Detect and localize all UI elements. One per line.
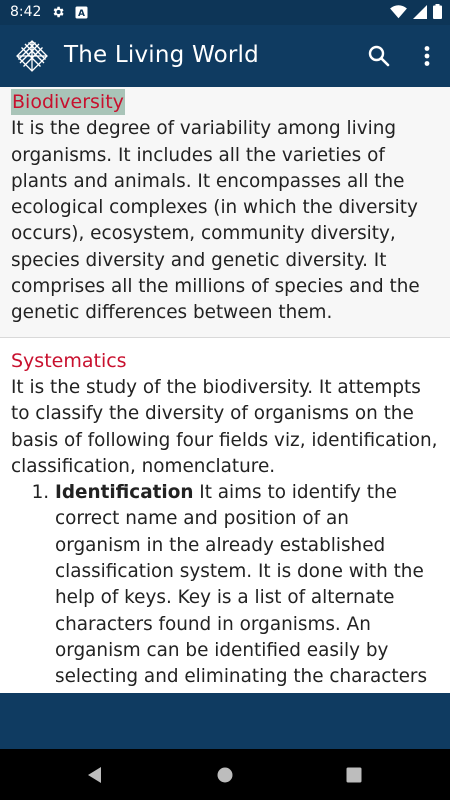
app-title: The Living World bbox=[64, 42, 259, 68]
settings-icon bbox=[51, 5, 65, 19]
status-time: 8:42 bbox=[10, 4, 42, 20]
bottom-bar bbox=[0, 693, 450, 749]
signal-icon bbox=[413, 4, 427, 19]
svg-text:A: A bbox=[78, 9, 85, 19]
battery-icon bbox=[433, 4, 442, 19]
section-body-systematics: It is the study of the biodiversity. It … bbox=[11, 376, 438, 477]
section-title-biodiversity[interactable]: Biodiversity bbox=[11, 89, 125, 116]
status-bar: 8:42 A bbox=[0, 0, 450, 25]
app-logo-icon bbox=[16, 40, 48, 72]
list-item-term: Identification bbox=[55, 482, 194, 504]
back-icon[interactable] bbox=[84, 764, 106, 786]
wifi-icon bbox=[390, 4, 407, 19]
section-card-biodiversity: Biodiversity It is the degree of variabi… bbox=[0, 87, 450, 338]
search-icon[interactable] bbox=[366, 43, 392, 69]
recents-icon[interactable] bbox=[343, 764, 365, 786]
app-bar: The Living World bbox=[0, 25, 450, 87]
list-item: Identification It aims to identify the c… bbox=[55, 480, 439, 693]
content-area[interactable]: Biodiversity It is the degree of variabi… bbox=[0, 87, 450, 693]
keyboard-a-icon: A bbox=[75, 6, 88, 19]
list-item-text: It aims to identify the correct name and… bbox=[55, 482, 428, 693]
navigation-bar bbox=[0, 749, 450, 800]
more-vert-icon[interactable] bbox=[414, 43, 440, 69]
systematics-fields-list: Identification It aims to identify the c… bbox=[11, 480, 439, 693]
section-title-systematics[interactable]: Systematics bbox=[11, 350, 127, 372]
home-icon[interactable] bbox=[214, 764, 236, 786]
status-right bbox=[390, 4, 442, 19]
section-body-biodiversity: It is the degree of variability among li… bbox=[11, 118, 420, 324]
section-card-systematics: Systematics It is the study of the biodi… bbox=[0, 338, 450, 693]
status-left: 8:42 A bbox=[10, 4, 88, 20]
